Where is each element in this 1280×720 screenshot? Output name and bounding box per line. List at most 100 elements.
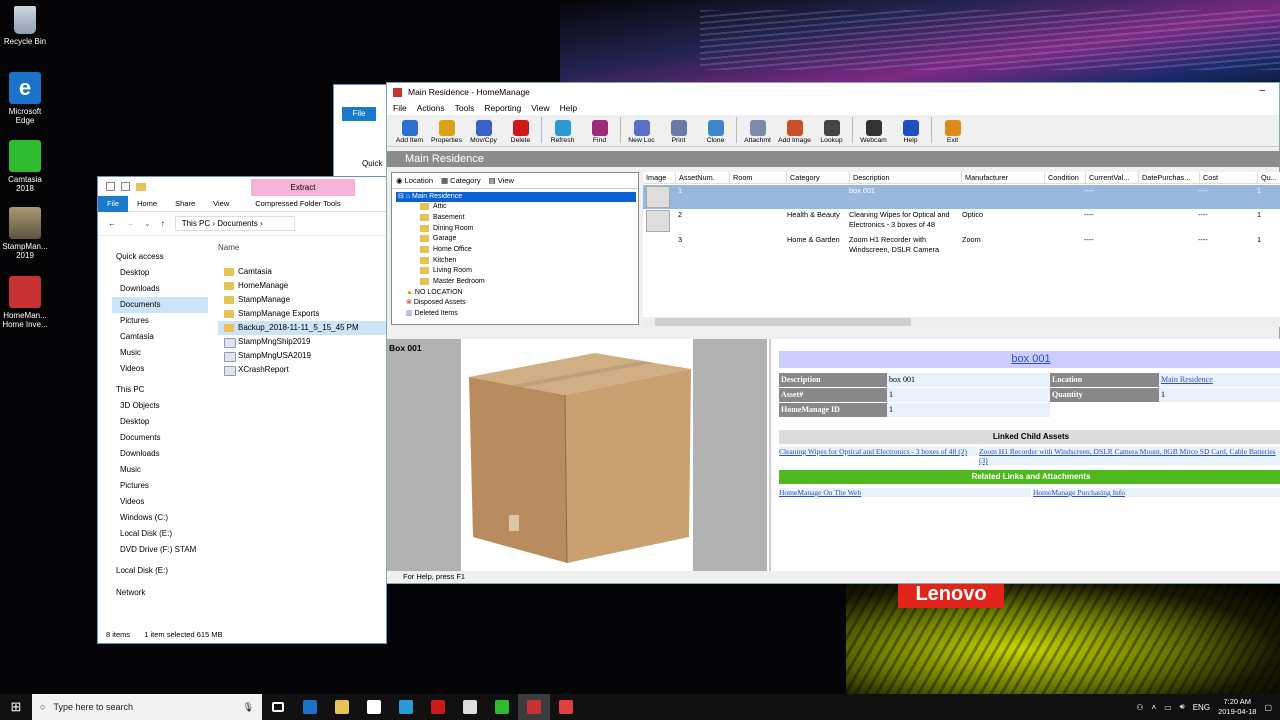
nav-videos[interactable]: Videos	[120, 361, 144, 377]
nav-desktop-pc[interactable]: Desktop	[120, 414, 149, 430]
edge-icon[interactable]: e Microsoft Edge	[0, 72, 50, 125]
menu-reporting[interactable]: Reporting	[484, 103, 521, 113]
toolbar-clone-button[interactable]: Clone	[697, 120, 734, 146]
mail-taskbar-icon[interactable]	[454, 694, 486, 720]
asset-title-link[interactable]: box 001	[779, 351, 1280, 368]
properties-icon[interactable]	[106, 182, 115, 191]
stampmanage-icon[interactable]: StampMan... 2019	[0, 207, 50, 260]
task-view-icon[interactable]	[262, 694, 294, 720]
tree-node[interactable]: Kitchen	[420, 256, 456, 266]
people-icon[interactable]: ⚇	[1136, 703, 1143, 712]
toolbar-exit-button[interactable]: Exit	[934, 120, 971, 146]
homemanage-taskbar-icon[interactable]	[518, 694, 550, 720]
nav-downloads[interactable]: Downloads	[120, 281, 160, 297]
volume-icon[interactable]: 🔊︎	[1180, 702, 1185, 712]
extract-context-tab[interactable]: Extract	[251, 179, 355, 196]
camtasia-recorder-taskbar-icon[interactable]	[550, 694, 582, 720]
column-image[interactable]: Image	[643, 172, 676, 183]
nav-documents[interactable]: Documents	[112, 297, 208, 313]
toolbar-new-loc-button[interactable]: New Loc	[623, 120, 660, 146]
list-item[interactable]: StampManage Exports	[218, 307, 388, 321]
nav-local-disk-e-2[interactable]: Local Disk (E:)	[116, 563, 168, 579]
location-link[interactable]: Main Residence	[1159, 373, 1280, 387]
edge-taskbar-icon[interactable]	[294, 694, 326, 720]
ribbon-home-tab[interactable]: Home	[128, 196, 166, 212]
column-cost[interactable]: Cost	[1200, 172, 1258, 183]
background-explorer-window[interactable]: File Quick	[333, 84, 393, 184]
tab-location[interactable]: ◉ Location	[396, 176, 433, 185]
file-explorer-window[interactable]: Extract File Home Share View Compressed …	[97, 176, 388, 644]
tree-node[interactable]: Garage	[420, 234, 456, 244]
table-row[interactable]: 1 box 001 ---- ---- 1	[643, 185, 1280, 209]
toolbar-add-item-button[interactable]: Add Item	[391, 120, 428, 146]
toolbar-lookup-button[interactable]: Lookup	[813, 120, 850, 146]
nav-videos-pc[interactable]: Videos	[120, 494, 144, 510]
related-link[interactable]: HomeManage On The Web	[779, 488, 1031, 497]
camtasia-taskbar-icon[interactable]	[486, 694, 518, 720]
column-current-value[interactable]: CurrentVal...	[1086, 172, 1139, 183]
language-indicator[interactable]: ENG	[1193, 703, 1210, 712]
windows-start-icon[interactable]: ⊞	[0, 694, 32, 720]
column-condition[interactable]: Condition	[1045, 172, 1086, 183]
column-manufacturer[interactable]: Manufacturer	[962, 172, 1045, 183]
quick-access-label[interactable]: Quick	[362, 159, 382, 168]
mcafee-taskbar-icon[interactable]	[422, 694, 454, 720]
tree-node-deleted[interactable]: ▥ Deleted Items	[406, 309, 458, 319]
tree-node[interactable]: Attic	[420, 202, 447, 212]
taskbar-search[interactable]: ○ Type here to search 🎙︎	[32, 694, 262, 720]
tree-node[interactable]: Home Office	[420, 245, 472, 255]
breadcrumb-documents[interactable]: Documents	[217, 219, 257, 228]
compressed-folder-tools-tab[interactable]: Compressed Folder Tools	[246, 196, 349, 212]
toolbar-webcam-button[interactable]: Webcam	[855, 120, 892, 146]
dropdown-icon[interactable]: ⌄	[144, 219, 151, 228]
linked-asset-link[interactable]: Cleaning Wipes for Optical and Electroni…	[779, 447, 977, 456]
list-item[interactable]: StampManage	[218, 293, 388, 307]
minimize-icon[interactable]: –	[1259, 85, 1265, 96]
ribbon-view-tab[interactable]: View	[204, 196, 238, 212]
nav-downloads-pc[interactable]: Downloads	[120, 446, 160, 462]
column-date-purchased[interactable]: DatePurchas...	[1139, 172, 1200, 183]
menu-help[interactable]: Help	[560, 103, 577, 113]
list-item[interactable]: HomeManage	[218, 279, 388, 293]
menu-actions[interactable]: Actions	[417, 103, 445, 113]
notifications-icon[interactable]: ▢	[1264, 703, 1272, 712]
nav-desktop[interactable]: Desktop	[120, 265, 149, 281]
nav-this-pc[interactable]: This PC	[116, 382, 144, 398]
tree-node[interactable]: Living Room	[420, 266, 472, 276]
address-bar[interactable]: ← → ⌄ ↑ This PC › Documents ›	[98, 212, 386, 236]
nav-network[interactable]: Network	[116, 585, 145, 601]
clock[interactable]: 7:20 AM 2019-04-18	[1218, 697, 1256, 717]
camtasia-icon[interactable]: Camtasia 2018	[0, 140, 50, 193]
toolbar-attachmt-button[interactable]: Attachmt	[739, 120, 776, 146]
list-item[interactable]: Camtasia	[218, 265, 388, 279]
ribbon-share-tab[interactable]: Share	[166, 196, 204, 212]
tree-node-disposed[interactable]: ⊗ Disposed Assets	[406, 298, 466, 308]
menu-view[interactable]: View	[531, 103, 549, 113]
file-explorer-taskbar-icon[interactable]	[326, 694, 358, 720]
list-item[interactable]: StampMngShip2019	[218, 335, 388, 349]
up-arrow-icon[interactable]: ↑	[161, 219, 165, 228]
nav-music[interactable]: Music	[120, 345, 141, 361]
nav-pictures-pc[interactable]: Pictures	[120, 478, 149, 494]
chevron-up-icon[interactable]: ˄	[1151, 703, 1156, 712]
column-room[interactable]: Room	[730, 172, 787, 183]
list-item-selected[interactable]: Backup_2018-11-11_5_15_45 PM	[218, 321, 388, 335]
forward-arrow-icon[interactable]: →	[126, 219, 134, 228]
column-quantity[interactable]: Qu...	[1258, 172, 1280, 183]
table-row[interactable]: 3 Home & Garden Zoom H1 Recorder with Wi…	[643, 235, 1280, 259]
column-description[interactable]: Description	[850, 172, 962, 183]
nav-music-pc[interactable]: Music	[120, 462, 141, 478]
tree-node[interactable]: Master Bedroom	[420, 277, 485, 287]
tree-node[interactable]: Basement	[420, 213, 465, 223]
toolbar-print-button[interactable]: Print	[660, 120, 697, 146]
table-row[interactable]: 2 Health & Beauty Cleaning Wipes for Opt…	[643, 210, 1280, 234]
grid-horizontal-scrollbar[interactable]	[643, 317, 1280, 327]
list-item[interactable]: StampMngUSA2019	[218, 349, 388, 363]
nav-3d-objects[interactable]: 3D Objects	[120, 398, 160, 414]
nav-windows-c[interactable]: Windows (C:)	[120, 510, 168, 526]
tab-category[interactable]: ▦ Category	[441, 176, 481, 185]
nav-dvd-drive[interactable]: DVD Drive (F:) STAM	[120, 542, 196, 558]
nav-quick-access[interactable]: Quick access	[116, 249, 164, 265]
file-tab[interactable]: File	[342, 107, 376, 121]
tree-root[interactable]: ⊟ ⌂ Main Residence	[396, 192, 636, 202]
